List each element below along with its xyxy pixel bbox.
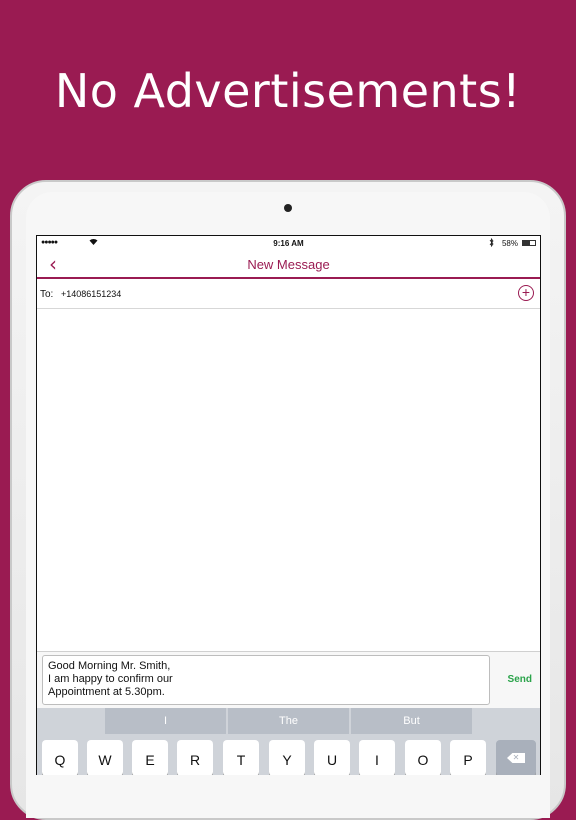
- key-o[interactable]: O: [405, 740, 441, 775]
- suggestion-bar: I The But: [105, 708, 473, 734]
- battery-level-fill: [523, 241, 530, 245]
- camera-dot: [284, 204, 292, 212]
- backspace-icon: ✕: [507, 753, 525, 763]
- send-button[interactable]: Send: [508, 674, 532, 685]
- keyboard: I The But Q W E R T Y U I O P ✕: [37, 708, 540, 775]
- suggestion-3[interactable]: But: [351, 708, 472, 734]
- key-w[interactable]: W: [87, 740, 123, 775]
- suggestion-1[interactable]: I: [105, 708, 226, 734]
- battery-percent: 58%: [501, 239, 518, 248]
- backspace-key[interactable]: ✕: [496, 740, 536, 775]
- key-i[interactable]: I: [359, 740, 395, 775]
- recipient-row[interactable]: To: +14086151234 +: [37, 281, 540, 309]
- headline: No Advertisements!: [54, 64, 522, 118]
- compose-bar: Good Morning Mr. Smith, I am happy to co…: [37, 651, 540, 708]
- key-t[interactable]: T: [223, 740, 259, 775]
- key-u[interactable]: U: [314, 740, 350, 775]
- nav-bar: ‹ New Message: [37, 251, 540, 279]
- add-contact-button[interactable]: +: [518, 285, 534, 301]
- plus-icon: +: [521, 284, 531, 300]
- key-p[interactable]: P: [450, 740, 486, 775]
- device-screen: ●●●●● 9:16 AM 58% ‹ New Message To: +140…: [36, 235, 541, 775]
- battery-icon: [522, 240, 536, 246]
- bluetooth-icon: [489, 237, 494, 249]
- status-bar: ●●●●● 9:16 AM 58%: [37, 236, 540, 251]
- recipient-label: To:: [40, 289, 54, 300]
- key-e[interactable]: E: [132, 740, 168, 775]
- key-q[interactable]: Q: [42, 740, 78, 775]
- message-input[interactable]: Good Morning Mr. Smith, I am happy to co…: [42, 655, 490, 705]
- status-time: 9:16 AM: [273, 239, 304, 248]
- key-y[interactable]: Y: [269, 740, 305, 775]
- suggestion-2[interactable]: The: [228, 708, 349, 734]
- key-r[interactable]: R: [177, 740, 213, 775]
- page-title: New Message: [247, 257, 330, 272]
- message-thread: [37, 309, 540, 651]
- recipient-input[interactable]: +14086151234: [61, 289, 121, 299]
